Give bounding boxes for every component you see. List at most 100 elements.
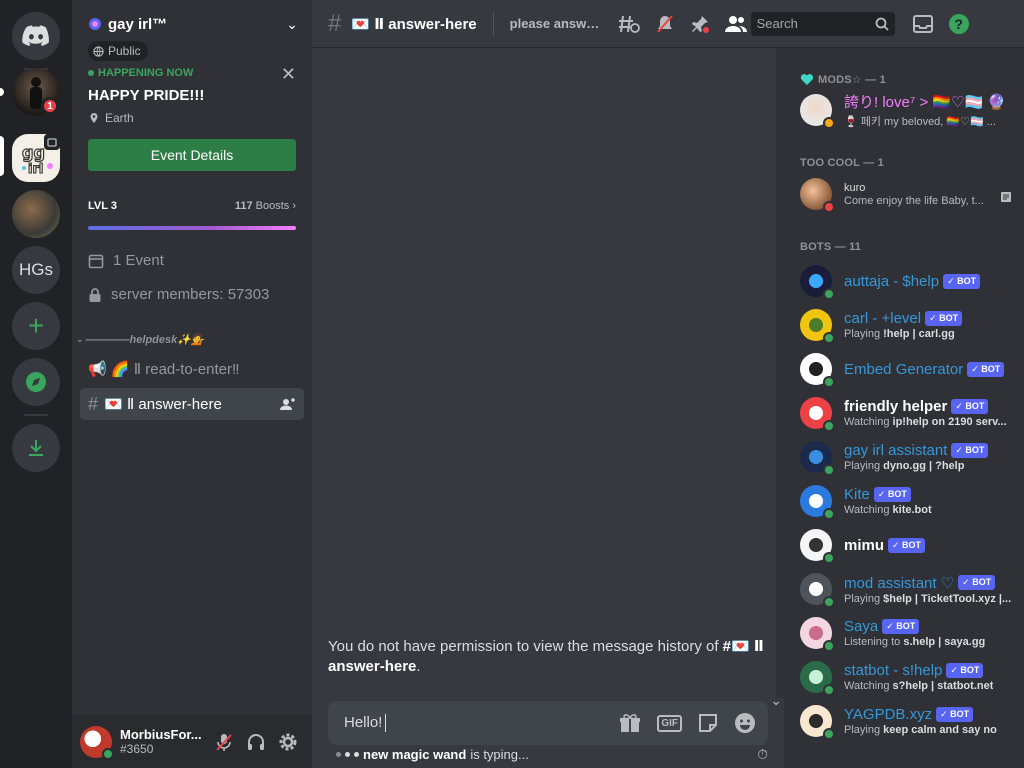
help-icon[interactable]: ? [948, 13, 969, 34]
close-icon[interactable]: ✕ [281, 64, 296, 85]
member-item[interactable]: friendly helper ✓ BOT Watching ip!help on … [800, 392, 1022, 434]
activity-label: Playing [844, 592, 884, 605]
emoji-icon[interactable] [734, 712, 756, 734]
channel-read-to-enter[interactable]: 📢 🌈 Ⅱ read-to-enter‼ [80, 353, 304, 385]
message-composer[interactable]: Hello! GIF [328, 701, 768, 745]
server-icon-3[interactable] [12, 190, 60, 238]
member-item[interactable]: kuro Come enjoy the life Baby, t... [800, 173, 1022, 215]
member-name: YAGPDB.xyz [844, 706, 933, 723]
members-count-item[interactable]: server members: 57303 [88, 286, 269, 303]
status-online-icon [823, 288, 835, 300]
chat-area: # 💌 Ⅱ answer-here please answer... Searc… [312, 0, 1024, 768]
bot-tag: ✓ BOT [943, 273, 981, 289]
lock-icon [89, 287, 101, 302]
status-dnd-icon [823, 201, 835, 213]
activity-label: Watching [844, 680, 893, 692]
activity-value: !help | carl.gg [883, 328, 955, 340]
member-name: kuro [844, 181, 866, 194]
member-name: carl - +level [844, 310, 922, 327]
event-details-button[interactable]: Event Details [88, 139, 296, 171]
events-label: 1 Event [113, 252, 164, 269]
member-activity: Playing keep calm and say no [844, 724, 997, 736]
member-item[interactable]: mimu ✓ BOT [800, 524, 1022, 566]
no-permission-suffix: . [416, 658, 421, 675]
gift-icon[interactable] [619, 713, 641, 733]
mute-mic-icon[interactable] [214, 732, 234, 752]
invite-icon[interactable] [280, 397, 296, 411]
status-online-icon [823, 464, 835, 476]
discord-app: 1 gg irl HGs + gay irl™ ⌄ Public HAPPENI… [0, 0, 1024, 768]
server-name: gay irl™ [108, 15, 168, 33]
channel-answer-here[interactable]: # 💌 Ⅱ answer-here [80, 388, 304, 420]
member-item[interactable]: 誇り! love⁷ > 🏳️‍🌈♡🏳️‍⚧️ 🔮 🍷 페키 my beloved… [800, 89, 1022, 131]
member-name: Saya [844, 618, 879, 635]
member-activity: Playing !help | carl.gg [844, 328, 962, 340]
member-item[interactable]: statbot - s!help ✓ BOT Watching s?help | s… [800, 656, 1022, 698]
member-list-icon[interactable] [724, 15, 747, 33]
status-online-icon [823, 596, 835, 608]
hash-icon: # [88, 393, 99, 414]
activity-value: $help | TicketTool.xyz |... [883, 592, 1012, 605]
boost-progress[interactable]: LVL 3 117 Boosts › [88, 200, 296, 230]
member-name: auttaja - $help [844, 272, 940, 290]
member-item[interactable]: auttaja - $help ✓ BOT [800, 260, 1022, 302]
typing-user: new magic wand [363, 747, 467, 762]
channel-label: 📢 🌈 Ⅱ read-to-enter‼ [88, 361, 240, 378]
member-avatar [800, 178, 835, 213]
no-permission-notice: You do not have permission to view the m… [328, 637, 768, 677]
note-icon[interactable] [1000, 191, 1012, 203]
member-item[interactable]: YAGPDB.xyz ✓ BOT Playing keep calm and say… [800, 700, 1022, 742]
pinned-messages-icon[interactable] [690, 14, 710, 34]
member-item[interactable]: mod assistant ♡ ✓ BOT Playing $help | Tick… [800, 568, 1022, 610]
activity-label: Playing [844, 328, 884, 340]
member-item[interactable]: Saya ✓ BOT Listening to s.help | saya.gg [800, 612, 1022, 654]
member-activity: Playing dyno.gg | ?help [844, 460, 988, 472]
user-avatar[interactable] [80, 725, 114, 760]
chat-scrollbar[interactable] [776, 48, 784, 698]
gif-icon[interactable]: GIF [657, 714, 682, 732]
headphones-icon[interactable] [246, 732, 266, 752]
channel-sidebar: gay irl™ ⌄ Public HAPPENING NOW HAPPY PR… [72, 0, 312, 768]
notification-muted-icon[interactable] [655, 14, 675, 34]
channel-topic[interactable]: please answer... [510, 16, 604, 31]
activity-label: Listening to [844, 636, 904, 648]
member-group-header: TOO COOL — 1 [800, 157, 884, 169]
add-server-button[interactable]: + [12, 302, 60, 350]
username: MorbiusFor... [120, 727, 202, 742]
member-avatar [800, 617, 835, 652]
member-item[interactable]: gay irl assistant ✓ BOT Playing dyno.gg | … [800, 436, 1022, 478]
activity-label: Watching [844, 504, 893, 516]
search-input[interactable]: Search [750, 11, 895, 36]
user-names[interactable]: MorbiusFor... #3650 [120, 727, 208, 756]
chevron-down-icon[interactable]: ⌄ [770, 692, 782, 709]
category-label: ————helpdesk✨💁 [85, 334, 205, 346]
rail-separator [24, 414, 48, 416]
member-item[interactable]: Embed Generator ✓ BOT [800, 348, 1022, 390]
member-name: mimu [844, 536, 885, 554]
inbox-icon[interactable] [912, 14, 933, 33]
svg-text:irl: irl [28, 162, 43, 177]
bot-tag: ✓ BOT [946, 663, 984, 678]
settings-gear-icon[interactable] [278, 732, 298, 752]
home-button[interactable] [12, 12, 60, 60]
explore-servers-button[interactable] [12, 358, 60, 406]
member-name: Embed Generator [844, 360, 964, 378]
member-item[interactable]: carl - +level ✓ BOT Playing !help | carl.g… [800, 304, 1022, 346]
download-apps-button[interactable] [12, 424, 60, 472]
event-status-label: HAPPENING NOW [98, 67, 194, 79]
threads-icon[interactable] [618, 14, 640, 34]
message-input[interactable]: Hello! [344, 714, 619, 733]
server-icon-hgs[interactable]: HGs [12, 246, 60, 294]
category-helpdesk[interactable]: ⌄ ————helpdesk✨💁 [76, 333, 306, 346]
sticker-icon[interactable] [698, 713, 718, 733]
location-pin-icon [90, 113, 98, 123]
typing-dot-icon [354, 752, 359, 757]
typing-dot-icon [336, 752, 341, 757]
member-group-header: BOTS — 11 [800, 241, 862, 253]
event-location: Earth [88, 111, 296, 125]
channel-topbar: # 💌 Ⅱ answer-here please answer... Searc… [312, 0, 1024, 48]
channel-title: 💌 Ⅱ answer-here [351, 15, 477, 33]
events-item[interactable]: 1 Event [88, 252, 164, 269]
member-item[interactable]: Kite ✓ BOT Watching kite.bot [800, 480, 1022, 522]
no-permission-text: You do not have permission to view the m… [328, 638, 723, 655]
